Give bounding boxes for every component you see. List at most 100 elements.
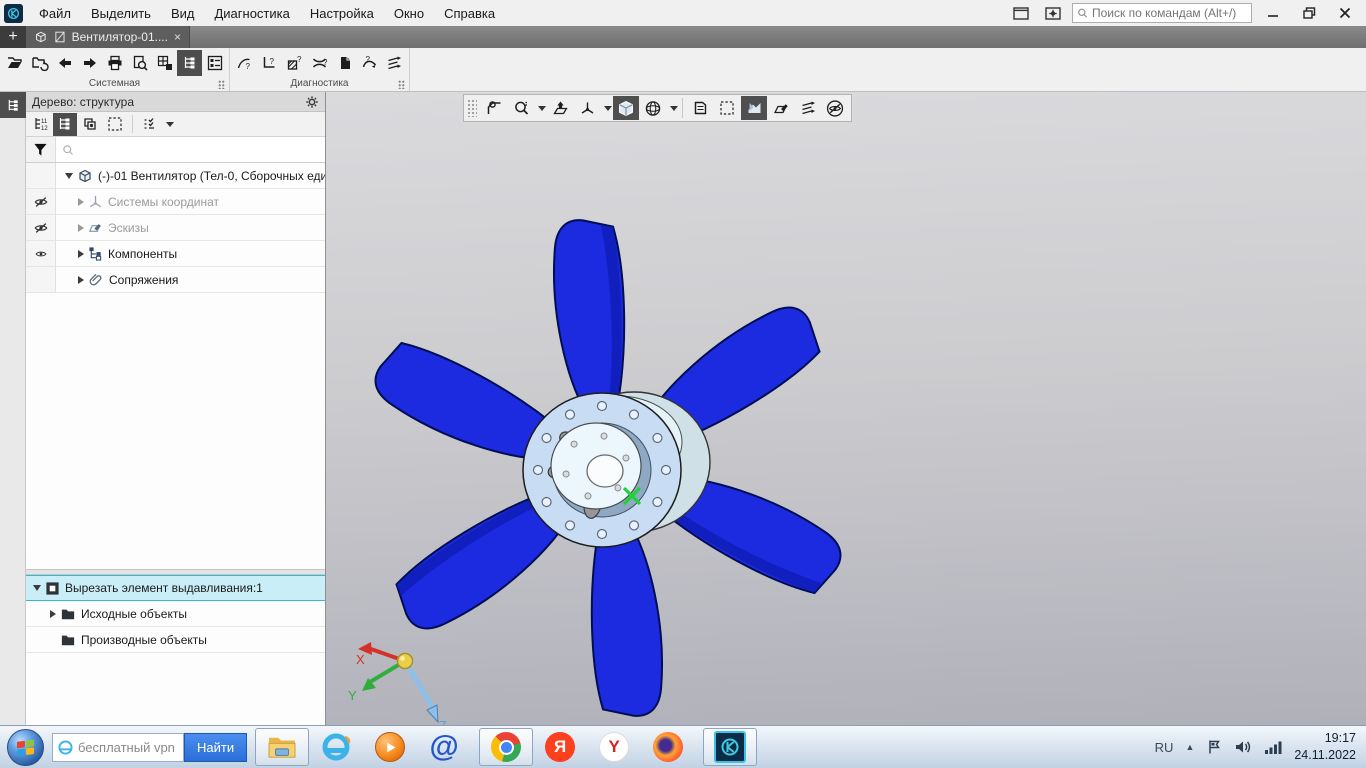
menu-view[interactable]: Вид <box>162 2 204 25</box>
menu-select[interactable]: Выделить <box>82 2 160 25</box>
tree-sequence-button[interactable]: 1112 <box>28 113 52 136</box>
tree-row-components[interactable]: Компоненты <box>26 241 325 267</box>
panel-gear-icon[interactable] <box>305 95 319 109</box>
firefox-taskbar-icon[interactable] <box>641 728 695 766</box>
hub-center-hole[interactable] <box>587 455 623 487</box>
check-surface-button[interactable]: ? <box>282 50 307 76</box>
display-options-arrow-icon[interactable] <box>166 122 174 127</box>
expander-right-icon[interactable] <box>78 198 84 206</box>
visibility-gutter-cell[interactable] <box>26 215 56 240</box>
expander-down-icon[interactable] <box>33 585 41 591</box>
file-explorer-taskbar-button[interactable] <box>255 728 309 766</box>
sketch-display-button[interactable] <box>768 96 794 120</box>
menu-help[interactable]: Справка <box>435 2 504 25</box>
back-button[interactable] <box>52 50 77 76</box>
language-indicator[interactable]: RU <box>1155 740 1174 755</box>
properties-button[interactable] <box>202 50 227 76</box>
taskbar-search-input[interactable] <box>78 740 178 755</box>
tree-row-sketches[interactable]: Эскизы <box>26 215 325 241</box>
command-search-input[interactable] <box>1092 6 1247 20</box>
copy-geometry-button[interactable] <box>332 50 357 76</box>
hide-objects-button[interactable] <box>822 96 848 120</box>
check-corner-button[interactable]: ? <box>257 50 282 76</box>
menu-file[interactable]: Файл <box>30 2 80 25</box>
tab-document[interactable]: Вентилятор-01.... × <box>26 26 190 48</box>
restore-button[interactable] <box>1294 2 1324 24</box>
selection-frame-button[interactable] <box>714 96 740 120</box>
relations-button[interactable] <box>78 113 102 136</box>
section-view-button[interactable] <box>687 96 713 120</box>
display-options-button[interactable] <box>138 113 162 136</box>
forward-button[interactable] <box>77 50 102 76</box>
internet-explorer-taskbar-icon[interactable] <box>309 728 363 766</box>
check-intersection-button[interactable]: ? <box>307 50 332 76</box>
feature-row-source-objects[interactable]: Исходные объекты <box>26 601 325 627</box>
yandex-browser-taskbar-icon[interactable]: Я <box>533 728 587 766</box>
zoom-options-arrow-icon[interactable] <box>538 106 546 111</box>
tab-close-icon[interactable]: × <box>174 30 181 44</box>
visibility-gutter-cell[interactable] <box>26 241 56 266</box>
yandex-taskbar-icon[interactable]: Y <box>587 728 641 766</box>
smooth-display-button[interactable] <box>795 96 821 120</box>
expander-right-icon[interactable] <box>78 276 84 284</box>
action-center-icon[interactable] <box>1206 739 1222 755</box>
selected-feature-row[interactable]: Вырезать элемент выдавливания:1 <box>26 575 325 601</box>
orientation-up-button[interactable] <box>547 96 573 120</box>
expander-right-icon[interactable] <box>78 224 84 232</box>
visibility-gutter-cell[interactable] <box>26 189 56 214</box>
clock[interactable]: 19:17 24.11.2022 <box>1294 730 1356 764</box>
coordinate-triad-button[interactable] <box>574 96 600 120</box>
open-recent-button[interactable] <box>27 50 52 76</box>
toolbar-grip[interactable] <box>218 80 225 89</box>
expander-right-icon[interactable] <box>78 250 84 258</box>
area-select-button[interactable] <box>103 113 127 136</box>
toolbar-grip[interactable] <box>398 80 405 89</box>
feature-row-derived-objects[interactable]: Производные объекты <box>26 627 325 653</box>
check-smoothness-button[interactable] <box>382 50 407 76</box>
volume-icon[interactable] <box>1234 739 1252 755</box>
tree-search-field[interactable] <box>56 137 325 162</box>
expander-down-icon[interactable] <box>65 173 73 179</box>
shaded-view-button[interactable] <box>613 96 639 120</box>
chrome-taskbar-button[interactable] <box>479 728 533 766</box>
kompas-taskbar-button[interactable] <box>703 728 757 766</box>
menu-diagnostics[interactable]: Диагностика <box>205 2 298 25</box>
plane-indicator-button[interactable] <box>481 96 507 120</box>
tray-expand-icon[interactable]: ▲ <box>1185 742 1194 752</box>
menu-window[interactable]: Окно <box>385 2 433 25</box>
display-mode-arrow-icon[interactable] <box>670 106 678 111</box>
check-curve-button[interactable]: ? <box>232 50 257 76</box>
print-button[interactable] <box>102 50 127 76</box>
3d-viewport[interactable]: X Y Z <box>326 92 1366 725</box>
orientation-arrow-icon[interactable] <box>604 106 612 111</box>
tree-row-mates[interactable]: Сопряжения <box>26 267 325 293</box>
check-spline-button[interactable]: ? <box>357 50 382 76</box>
tree-view-button[interactable] <box>177 50 202 76</box>
network-icon[interactable] <box>1264 740 1282 755</box>
filter-funnel-icon[interactable] <box>26 137 56 162</box>
expander-right-icon[interactable] <box>50 610 56 618</box>
filter-solids-button[interactable] <box>741 96 767 120</box>
zoom-area-button[interactable] <box>508 96 534 120</box>
taskbar-find-button[interactable]: Найти <box>184 733 247 762</box>
mail-taskbar-icon[interactable]: @ <box>417 728 471 766</box>
new-document-button[interactable]: + <box>0 26 26 48</box>
layout-window-icon[interactable] <box>1008 3 1034 23</box>
screen-settings-icon[interactable] <box>1040 3 1066 23</box>
close-button[interactable] <box>1330 2 1360 24</box>
tree-row-coordinate-systems[interactable]: Системы координат <box>26 189 325 215</box>
viewport-toolbar-grip[interactable] <box>467 99 477 117</box>
fan-model-canvas[interactable]: X Y Z <box>326 92 1366 725</box>
start-button[interactable] <box>7 729 44 766</box>
menu-settings[interactable]: Настройка <box>301 2 383 25</box>
wireframe-view-button[interactable] <box>640 96 666 120</box>
tree-row-root[interactable]: (-)-01 Вентилятор (Тел-0, Сборочных еди <box>26 163 325 189</box>
minimize-button[interactable] <box>1258 2 1288 24</box>
insert-fragment-button[interactable] <box>152 50 177 76</box>
fan-model[interactable] <box>366 217 850 720</box>
tree-structure-button[interactable] <box>53 113 77 136</box>
tree-panel-toggle-button[interactable] <box>0 92 26 118</box>
media-player-taskbar-icon[interactable] <box>363 728 417 766</box>
print-preview-button[interactable] <box>127 50 152 76</box>
open-button[interactable] <box>2 50 27 76</box>
